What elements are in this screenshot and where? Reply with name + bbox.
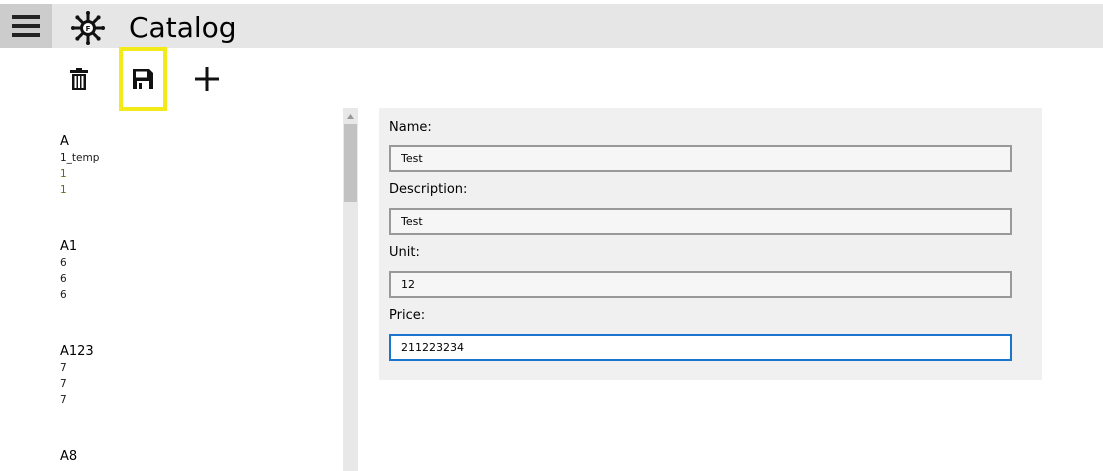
list-item[interactable]: A8 [60, 449, 330, 465]
chevron-up-icon [347, 113, 354, 119]
save-icon [133, 69, 153, 89]
list-item-line: 6 [60, 257, 67, 269]
price-label: Price: [389, 308, 426, 323]
catalog-list[interactable]: A 1_temp 1 1 A1 6 6 6 A123 7 7 7 A8 [0, 108, 358, 471]
title-bar: F Catalog [0, 4, 1103, 48]
list-item-line: 7 [60, 378, 67, 390]
svg-text:F: F [86, 25, 91, 33]
list-item-line: 7 [60, 362, 67, 374]
delete-button[interactable] [55, 48, 103, 110]
app-logo-icon: F [70, 10, 106, 46]
hamburger-menu-button[interactable] [0, 4, 52, 48]
unit-label: Unit: [389, 245, 420, 260]
scroll-thumb[interactable] [344, 124, 357, 202]
save-button[interactable] [119, 47, 167, 111]
price-field[interactable] [389, 334, 1012, 361]
trash-icon [70, 68, 88, 90]
list-item-line: 7 [60, 394, 67, 406]
list-item-line: 6 [60, 273, 67, 285]
item-detail-form: Name: Description: Unit: Price: [379, 108, 1042, 380]
list-item-line: 6 [60, 289, 67, 301]
list-item-line: 1 [60, 184, 67, 196]
unit-field[interactable] [389, 271, 1012, 298]
list-item[interactable]: A123 7 7 7 [60, 344, 330, 408]
app-title: Catalog [129, 11, 237, 44]
list-item-title: A [60, 134, 69, 149]
description-field[interactable] [389, 208, 1012, 235]
add-button[interactable] [183, 48, 231, 110]
description-label: Description: [389, 182, 468, 197]
list-item-title: A1 [60, 239, 78, 254]
list-item-line: 1_temp [60, 152, 100, 164]
list-item[interactable]: A1 6 6 6 [60, 239, 330, 303]
list-item-line: 1 [60, 168, 67, 180]
scroll-up-button[interactable] [343, 110, 358, 122]
list-item[interactable]: A 1_temp 1 1 [60, 134, 330, 198]
name-label: Name: [389, 120, 432, 135]
name-field[interactable] [389, 145, 1012, 172]
list-scrollbar[interactable] [343, 108, 358, 471]
list-item-title: A123 [60, 344, 94, 359]
list-item-title: A8 [60, 449, 78, 464]
hamburger-icon [12, 15, 40, 37]
plus-icon [195, 67, 219, 91]
